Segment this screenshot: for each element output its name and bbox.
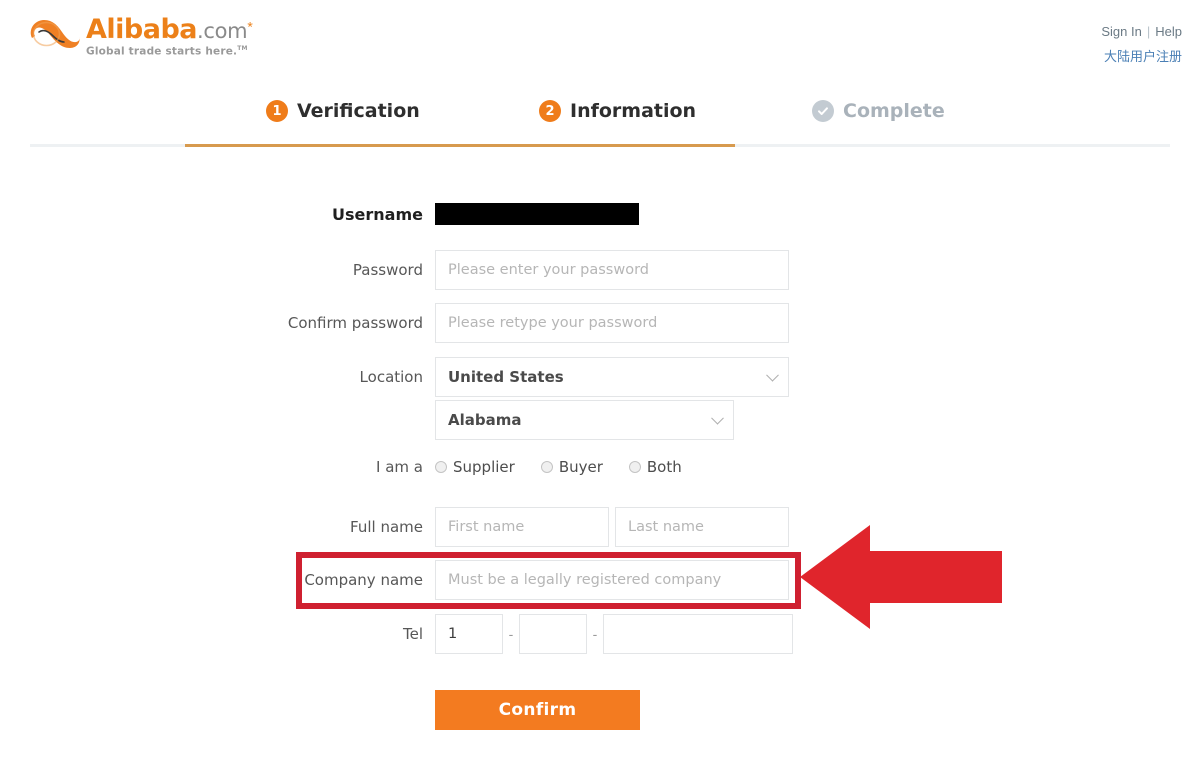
company-name-placeholder: Must be a legally registered company [448,572,722,588]
page-header: Alibaba.com* Global trade starts here.TM… [0,0,1200,86]
logo-star-icon: * [247,18,253,35]
alibaba-logo-mark [30,20,80,48]
i-am-a-label: I am a [376,458,423,476]
full-name-label: Full name [350,518,423,536]
logo-tagline-text: Global trade starts here. [86,45,238,58]
country-select-value: United States [448,368,564,386]
check-icon [818,107,828,115]
password-input[interactable]: Please enter your password [435,250,789,290]
red-arrow-annotation [800,525,1002,629]
tel-label: Tel [402,625,423,643]
radio-supplier-label: Supplier [453,458,515,476]
confirm-password-row: Confirm password Please retype your pass… [247,303,789,343]
confirm-password-input[interactable]: Please retype your password [435,303,789,343]
username-redaction-bar [435,203,639,225]
first-name-input[interactable]: First name [435,507,609,547]
radio-buyer-label: Buyer [558,458,603,476]
step-1-label: Verification [297,100,420,122]
logo-wordmark: Alibaba.com* Global trade starts here.TM [86,12,253,58]
company-name-label: Company name [304,571,423,589]
radio-supplier-dot[interactable] [435,461,447,473]
steps-divider-active [185,144,735,147]
step-2-badge: 2 [539,100,561,122]
tel-separator-2: - [592,626,598,642]
username-row: Username [247,203,639,225]
tel-country-code-value: 1 [448,626,458,642]
password-placeholder: Please enter your password [448,262,650,278]
radio-both-label: Both [646,458,682,476]
location-state-row: Alabama [435,400,734,440]
password-label: Password [352,261,423,279]
alibaba-logo[interactable]: Alibaba.com* Global trade starts here.TM [26,12,253,58]
company-name-input[interactable]: Must be a legally registered company [435,560,789,600]
tel-area-code-input[interactable] [519,614,587,654]
sign-in-link[interactable]: Sign In [1101,24,1141,39]
chevron-down-icon [711,411,724,425]
tel-number-input[interactable] [603,614,793,654]
state-select[interactable]: Alabama [435,400,734,440]
tel-separator-1: - [508,626,514,642]
header-link-separator: | [1146,24,1151,39]
tel-row: Tel 1 - - [247,614,793,654]
step-verification[interactable]: 1 Verification [266,100,420,122]
step-information[interactable]: 2 Information [539,100,696,122]
radio-both-dot[interactable] [628,461,641,473]
step-1-badge: 1 [266,100,288,122]
i-am-a-row: I am a Supplier Buyer Both [247,458,708,476]
company-name-row: Company name Must be a legally registere… [247,560,789,600]
step-complete: Complete [812,100,945,122]
country-select[interactable]: United States [435,357,789,397]
confirm-button[interactable]: Confirm [435,690,640,730]
state-select-value: Alabama [448,411,522,429]
confirm-password-placeholder: Please retype your password [448,315,658,331]
tel-country-code-input[interactable]: 1 [435,614,503,654]
location-label: Location [359,368,423,386]
chevron-down-icon [766,368,779,382]
progress-steps: 1 Verification 2 Information Complete [0,98,1200,138]
logo-brand-domain: .com [197,19,248,43]
radio-buyer[interactable]: Buyer [540,458,603,476]
location-country-row: Location United States [247,357,789,397]
password-row: Password Please enter your password [247,250,789,290]
radio-buyer-dot[interactable] [540,461,553,473]
step-3-label: Complete [843,100,945,122]
confirm-password-label: Confirm password [287,314,423,332]
last-name-input[interactable]: Last name [615,507,789,547]
first-name-placeholder: First name [448,519,525,535]
last-name-placeholder: Last name [628,519,704,535]
full-name-row: Full name First name Last name [247,507,789,547]
help-link[interactable]: Help [1155,24,1182,39]
radio-supplier[interactable]: Supplier [435,458,515,476]
logo-brand-name: Alibaba [86,14,198,45]
step-3-badge [812,100,834,122]
header-links: Sign In | Help 大陆用户注册 [1101,24,1182,66]
logo-tm-mark: TM [237,45,248,52]
step-2-label: Information [570,100,697,122]
i-am-a-radio-group: Supplier Buyer Both [435,458,708,476]
username-label: Username [332,204,423,224]
radio-both[interactable]: Both [628,458,682,476]
china-register-link[interactable]: 大陆用户注册 [1104,50,1182,65]
